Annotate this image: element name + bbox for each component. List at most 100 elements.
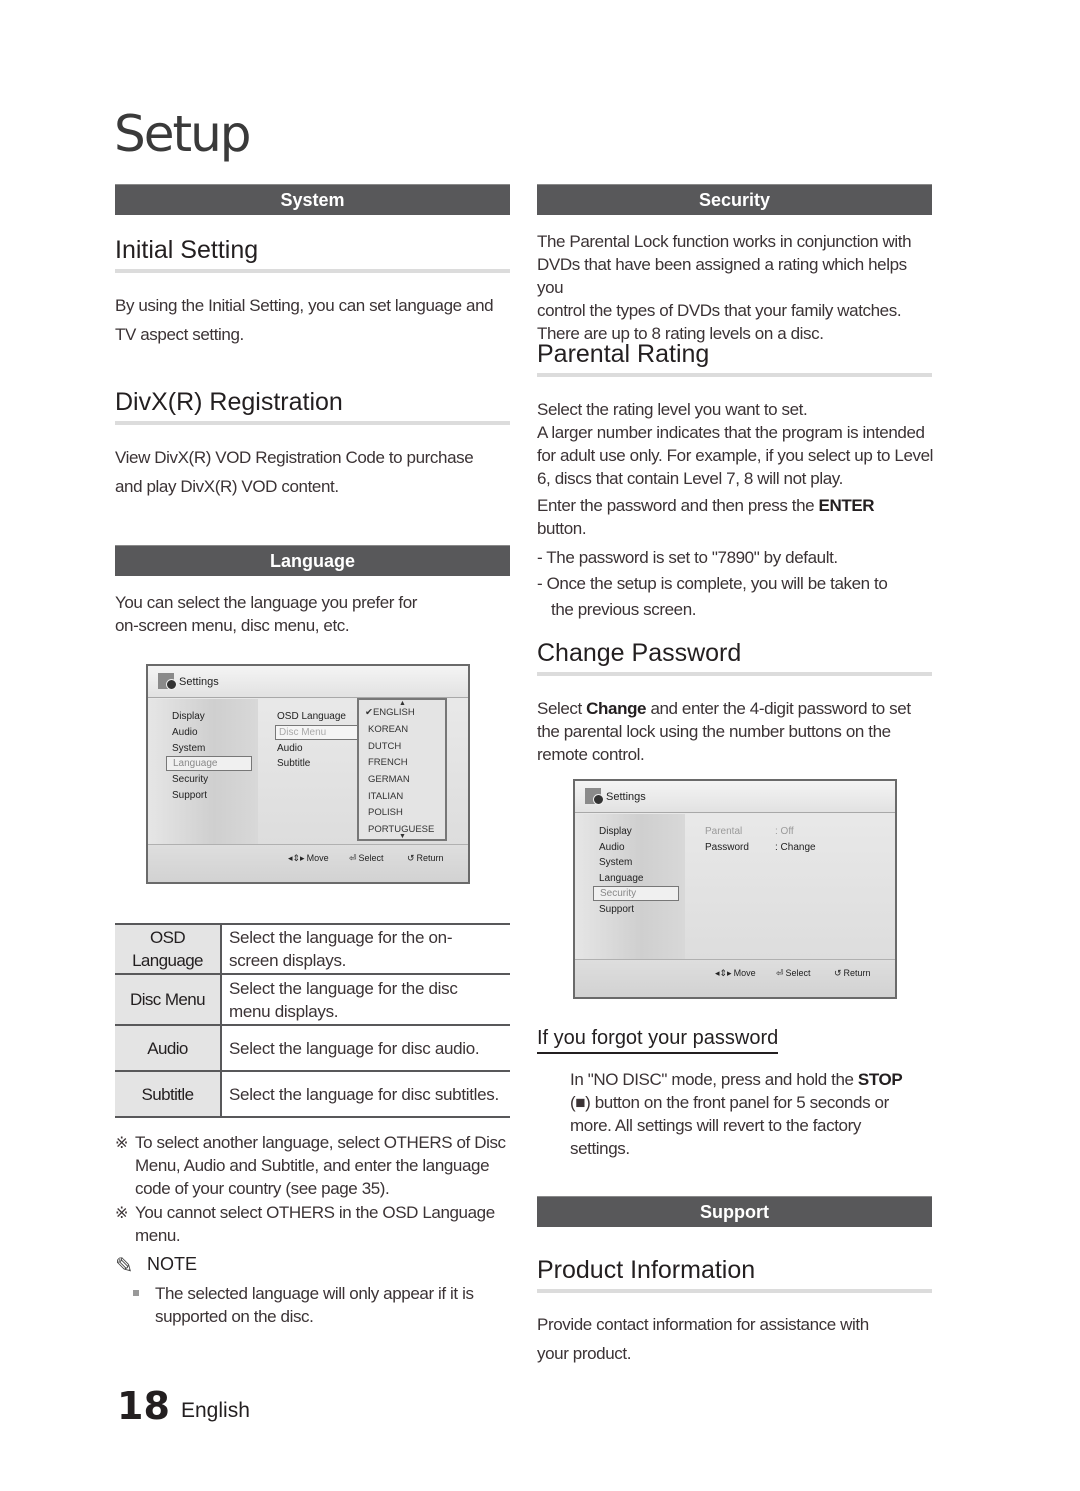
table-key: Subtitle xyxy=(115,1070,222,1118)
text-line: and play DivX(R) VOD content. xyxy=(115,477,339,496)
pencil-icon: ✎ xyxy=(115,1253,134,1278)
parental-rating-text: Select the rating level you want to set.… xyxy=(537,398,937,490)
text-line: To select another language, select OTHER… xyxy=(135,1133,506,1152)
move-arrows-icon: ◂⇕▸ xyxy=(288,853,305,863)
footer-select: ⏎ Select xyxy=(776,968,811,979)
menu-item-display[interactable]: Display xyxy=(599,826,632,837)
row-password-value[interactable]: : Change xyxy=(775,842,816,853)
initial-setting-text: By using the Initial Setting, you can se… xyxy=(115,291,510,349)
option-english[interactable]: ✔ENGLISH xyxy=(365,707,415,718)
text-line: Select the rating level you want to set. xyxy=(537,400,808,419)
submenu-audio[interactable]: Audio xyxy=(277,743,303,754)
footer-return: ↺ Return xyxy=(834,968,871,979)
option-italian[interactable]: ITALIAN xyxy=(368,791,403,802)
menu-item-audio[interactable]: Audio xyxy=(172,727,198,738)
screen-title: Settings xyxy=(606,791,646,803)
language-intro: You can select the language you prefer f… xyxy=(115,591,510,637)
text-line: In "NO DISC" mode, press and hold the ST… xyxy=(570,1068,940,1091)
text-line: code of your country (see page 35). xyxy=(135,1179,390,1198)
table-key: Audio xyxy=(115,1024,222,1071)
key-line: OSD xyxy=(149,928,186,947)
table-row: Disc Menu Select the language for the di… xyxy=(115,973,510,1025)
note-heading: ✎ NOTE xyxy=(115,1253,197,1279)
screen-header: Settings xyxy=(575,781,895,813)
menu-item-audio[interactable]: Audio xyxy=(599,842,625,853)
value-line: Select the language for disc audio. xyxy=(229,1038,480,1058)
square-bullet-icon xyxy=(133,1290,139,1296)
text-line: supported on the disc. xyxy=(155,1307,314,1326)
move-arrows-icon: ◂⇕▸ xyxy=(715,968,732,978)
footer-move-label: Move xyxy=(306,853,329,863)
key-line: Subtitle xyxy=(141,1084,195,1104)
section-bar-system: System xyxy=(115,184,510,215)
row-parental-value: : Off xyxy=(775,826,794,837)
footer-return-label: Return xyxy=(843,968,871,978)
enter-password-text: Enter the password and then press the EN… xyxy=(537,494,937,540)
option-french[interactable]: FRENCH xyxy=(368,757,408,768)
note-bullet-text: The selected language will only appear i… xyxy=(155,1282,515,1328)
text-line: for adult use only. For example, if you … xyxy=(537,446,934,465)
submenu-osd-language[interactable]: OSD Language xyxy=(277,711,346,722)
text-line: A larger number indicates that the progr… xyxy=(537,423,925,442)
screen-header: Settings xyxy=(148,666,468,698)
menu-item-support[interactable]: Support xyxy=(599,904,634,915)
text-span: Select xyxy=(537,699,587,718)
submenu-subtitle[interactable]: Subtitle xyxy=(277,758,310,769)
text-line: You cannot select OTHERS in the OSD Lang… xyxy=(135,1203,495,1222)
text-line: control the types of DVDs that your fami… xyxy=(537,301,902,320)
footer-select: ⏎ Select xyxy=(349,853,384,864)
text-line: the parental lock using the number butto… xyxy=(537,722,891,741)
text-line: 6, discs that contain Level 7, 8 will no… xyxy=(537,469,843,488)
scroll-down-icon[interactable]: ▼ xyxy=(399,833,406,840)
menu-item-system[interactable]: System xyxy=(172,743,205,754)
row-password-label[interactable]: Password xyxy=(705,842,749,853)
text-line: button. xyxy=(537,519,587,538)
option-dutch[interactable]: DUTCH xyxy=(368,741,401,752)
key-line: Language xyxy=(132,951,203,970)
forgot-password-text: In "NO DISC" mode, press and hold the ST… xyxy=(570,1068,940,1160)
text-line: Provide contact information for assistan… xyxy=(537,1315,869,1334)
table-key: OSD Language xyxy=(115,923,222,974)
enter-icon: ⏎ xyxy=(776,968,784,978)
screen-title: Settings xyxy=(179,676,219,688)
text-line: menu. xyxy=(135,1226,181,1245)
section-bar-language: Language xyxy=(115,545,510,576)
option-korean[interactable]: KOREAN xyxy=(368,724,408,735)
row-parental-label[interactable]: Parental xyxy=(705,826,742,837)
menu-item-display[interactable]: Display xyxy=(172,711,205,722)
text-line: Menu, Audio and Subtitle, and enter the … xyxy=(135,1156,490,1175)
language-settings-screen: Settings Display Audio System Language S… xyxy=(146,664,470,884)
menu-item-security[interactable]: Security xyxy=(172,774,208,785)
password-notes: - The password is set to "7890" by defau… xyxy=(537,545,937,623)
scroll-up-icon[interactable]: ▲ xyxy=(399,700,406,707)
language-dropdown[interactable]: ▲ ✔ENGLISH KOREAN DUTCH FRENCH GERMAN IT… xyxy=(357,698,447,841)
page-number: 18 xyxy=(117,1384,170,1428)
menu-item-security[interactable]: Security xyxy=(593,886,679,901)
screen-footer: ◂⇕▸ Move ⏎ Select ↺ Return xyxy=(575,959,895,997)
footer-select-label: Select xyxy=(358,853,384,863)
menu-item-language[interactable]: Language xyxy=(599,873,644,884)
note-osd-others: You cannot select OTHERS in the OSD Lang… xyxy=(135,1201,515,1247)
screen-footer: ◂⇕▸ Move ⏎ Select ↺ Return xyxy=(148,844,468,882)
text-span: Enter the password and then press the xyxy=(537,496,819,515)
menu-item-system[interactable]: System xyxy=(599,857,632,868)
table-value: Select the language for the on-screen di… xyxy=(221,923,510,974)
text-line: Enter the password and then press the EN… xyxy=(537,494,937,517)
table-row: Subtitle Select the language for disc su… xyxy=(115,1070,510,1118)
menu-item-language[interactable]: Language xyxy=(166,756,252,771)
option-polish[interactable]: POLISH xyxy=(368,807,403,818)
page-title: Setup xyxy=(114,105,252,163)
table-value: Select the language for the disc menu dis… xyxy=(221,973,510,1025)
footer-select-label: Select xyxy=(785,968,811,978)
note-title-label: NOTE xyxy=(147,1254,198,1274)
submenu-disc-menu[interactable]: Disc Menu xyxy=(275,725,359,740)
value-line: Select the language for the on- xyxy=(229,928,453,947)
footer-move-label: Move xyxy=(733,968,756,978)
stop-label: STOP xyxy=(857,1070,903,1089)
option-german[interactable]: GERMAN xyxy=(368,774,410,785)
value-line: Select the language for disc subtitles. xyxy=(229,1084,499,1104)
menu-item-support[interactable]: Support xyxy=(172,790,207,801)
table-value: Select the language for disc audio. xyxy=(221,1024,510,1071)
enter-icon: ⏎ xyxy=(349,853,357,863)
text-line: your product. xyxy=(537,1344,632,1363)
